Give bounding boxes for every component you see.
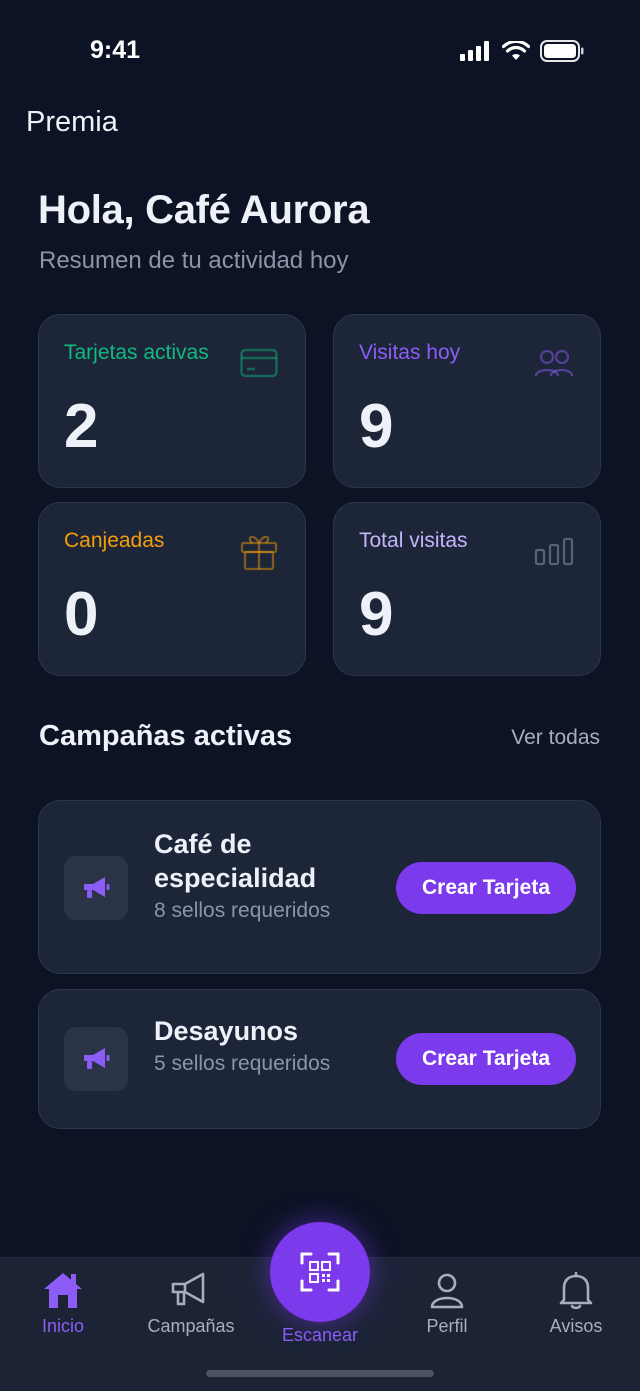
see-all-link[interactable]: Ver todas <box>511 726 600 750</box>
campaign-info: Café de especialidad 8 sellos requeridos <box>154 827 354 924</box>
user-icon <box>427 1268 467 1312</box>
page-title: Hola, Café Aurora <box>38 188 370 232</box>
stat-label: Total visitas <box>359 529 468 552</box>
card-icon <box>239 343 279 383</box>
megaphone-icon <box>64 1027 128 1091</box>
stat-value: 9 <box>359 392 394 461</box>
signal-icon <box>460 41 489 61</box>
create-card-button[interactable]: Crear Tarjeta <box>396 862 576 914</box>
campaign-card[interactable]: Desayunos 5 sellos requeridos Crear Tarj… <box>38 989 601 1129</box>
users-icon <box>534 343 574 383</box>
stat-label: Tarjetas activas <box>64 341 209 364</box>
stat-card-total-visits[interactable]: Total visitas 9 <box>333 502 601 676</box>
stat-card-active-cards[interactable]: Tarjetas activas 2 <box>38 314 306 488</box>
qr-scan-icon <box>300 1252 340 1292</box>
stat-label: Visitas hoy <box>359 341 461 364</box>
campaign-name: Café de especialidad <box>154 829 317 893</box>
campaign-meta: 8 sellos requeridos <box>154 899 331 922</box>
home-indicator <box>206 1370 434 1377</box>
campaign-meta: 5 sellos requeridos <box>154 1052 331 1075</box>
stat-value: 9 <box>359 580 394 649</box>
stat-card-visits-today[interactable]: Visitas hoy 9 <box>333 314 601 488</box>
stat-value: 0 <box>64 580 99 649</box>
stat-value: 2 <box>64 392 99 461</box>
stat-card-redeemed[interactable]: Canjeadas 0 <box>38 502 306 676</box>
scan-label[interactable]: Escanear <box>0 1325 640 1346</box>
bell-icon <box>556 1268 596 1312</box>
campaign-card[interactable]: Café de especialidad 8 sellos requeridos… <box>38 800 601 974</box>
gift-icon <box>239 531 279 571</box>
campaign-info: Desayunos 5 sellos requeridos <box>154 1014 354 1077</box>
scan-button[interactable] <box>270 1222 370 1322</box>
home-icon <box>41 1268 85 1312</box>
section-title: Campañas activas <box>39 720 293 752</box>
app-title: Premia <box>26 106 118 138</box>
status-bar: 9:41 <box>0 0 640 100</box>
megaphone-icon <box>64 856 128 920</box>
status-time: 9:41 <box>90 36 141 64</box>
battery-icon <box>540 40 584 62</box>
stat-label: Canjeadas <box>64 529 165 552</box>
status-icons <box>460 40 584 62</box>
megaphone-icon <box>169 1268 213 1312</box>
bar-chart-icon <box>534 531 574 571</box>
page-subtitle: Resumen de tu actividad hoy <box>39 247 349 274</box>
wifi-icon <box>502 41 530 60</box>
campaign-name: Desayunos <box>154 1016 299 1046</box>
create-card-button[interactable]: Crear Tarjeta <box>396 1033 576 1085</box>
